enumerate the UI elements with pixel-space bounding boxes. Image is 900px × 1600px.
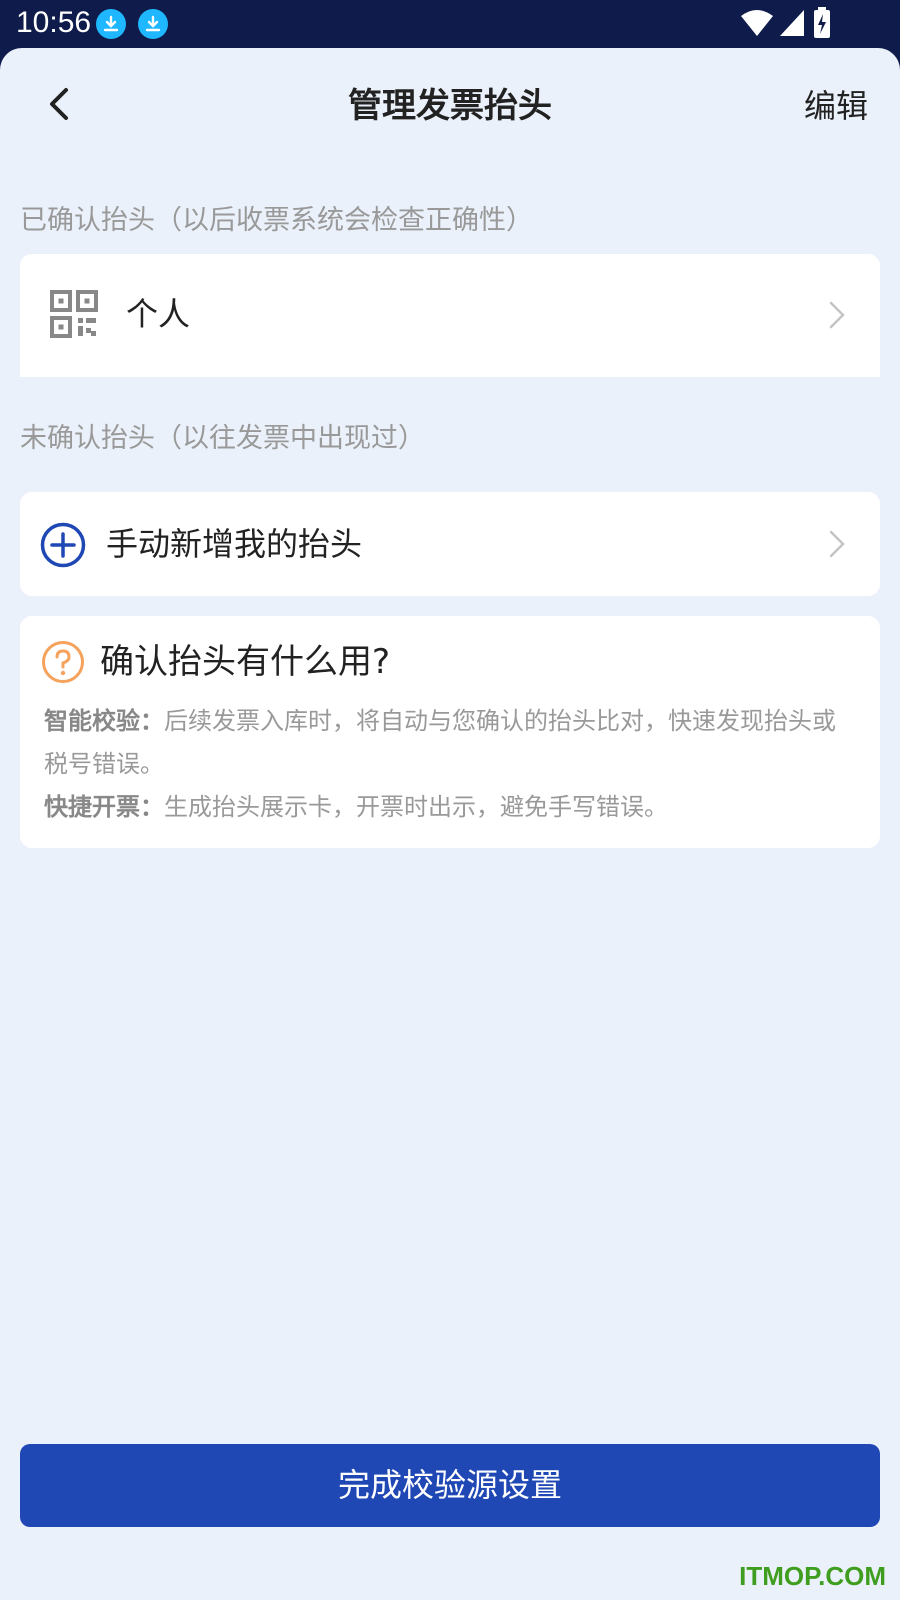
confirmed-item-label: 个人 [126, 295, 191, 333]
question-circle-icon [42, 641, 84, 683]
qr-code-icon [50, 290, 98, 338]
add-title-row[interactable]: 手动新增我的抬头 [20, 492, 880, 596]
download-notification-icon [96, 9, 126, 39]
complete-setup-button[interactable]: 完成校验源设置 [20, 1444, 880, 1527]
info-line: 快捷开票：生成抬头展示卡，开票时出示，避免手写错误。 [44, 786, 844, 829]
plus-circle-icon [40, 522, 86, 568]
info-text: 生成抬头展示卡，开票时出示，避免手写错误。 [164, 793, 668, 821]
page-title: 管理发票抬头 [348, 86, 552, 126]
edit-button[interactable]: 编辑 [804, 84, 868, 128]
status-icons [740, 7, 850, 40]
confirmed-item-personal[interactable]: 个人 [20, 254, 880, 377]
info-line: 智能校验：后续发票入库时，将自动与您确认的抬头比对，快速发现抬头或税号错误。 [44, 700, 844, 786]
info-card-title: 确认抬头有什么用? [100, 642, 391, 682]
info-term: 智能校验： [44, 707, 164, 735]
battery-charging-icon [814, 7, 830, 38]
download-notification-icon [138, 9, 168, 39]
watermark: ITMOP.COM [739, 1561, 886, 1591]
wifi-icon [741, 10, 773, 36]
chevron-right-icon [829, 301, 845, 329]
info-card: 确认抬头有什么用? 智能校验：后续发票入库时，将自动与您确认的抬头比对，快速发现… [20, 616, 880, 848]
confirmed-section-label: 已确认抬头（以后收票系统会检查正确性） [20, 205, 533, 236]
chevron-right-icon [829, 530, 845, 558]
info-card-body: 智能校验：后续发票入库时，将自动与您确认的抬头比对，快速发现抬头或税号错误。 快… [44, 700, 844, 829]
app-screen: 管理发票抬头 编辑 已确认抬头（以后收票系统会检查正确性） 个人 未确认抬头（以… [0, 48, 900, 1600]
add-title-label: 手动新增我的抬头 [106, 525, 363, 563]
unconfirmed-section-label: 未确认抬头（以往发票中出现过） [20, 423, 425, 454]
status-time: 10:56 [16, 6, 92, 39]
status-bar: 10:56 [0, 0, 900, 52]
signal-icon [780, 10, 804, 36]
info-term: 快捷开票： [44, 793, 164, 821]
